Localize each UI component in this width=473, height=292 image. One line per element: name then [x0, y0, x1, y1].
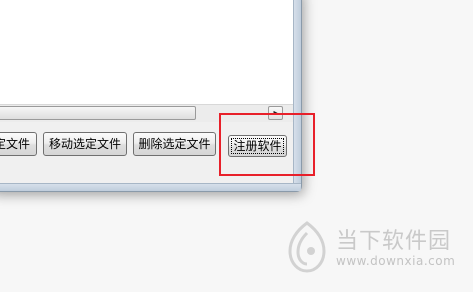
- move-selected-files-button[interactable]: 移动选定文件: [43, 132, 127, 156]
- select-file-button[interactable]: 定文件: [0, 132, 37, 156]
- watermark-url-text: www.downxia.com: [336, 254, 456, 268]
- window-frame-bottom: [0, 183, 301, 191]
- scrollbar-thumb[interactable]: [0, 106, 196, 120]
- file-list[interactable]: [0, 0, 294, 114]
- downxia-logo-icon: [288, 221, 326, 273]
- site-watermark: 当下软件园 www.downxia.com: [286, 221, 461, 277]
- watermark-brand-text: 当下软件园: [336, 229, 452, 254]
- delete-selected-files-button[interactable]: 删除选定文件: [133, 132, 216, 156]
- annotation-highlight-box: [219, 113, 315, 176]
